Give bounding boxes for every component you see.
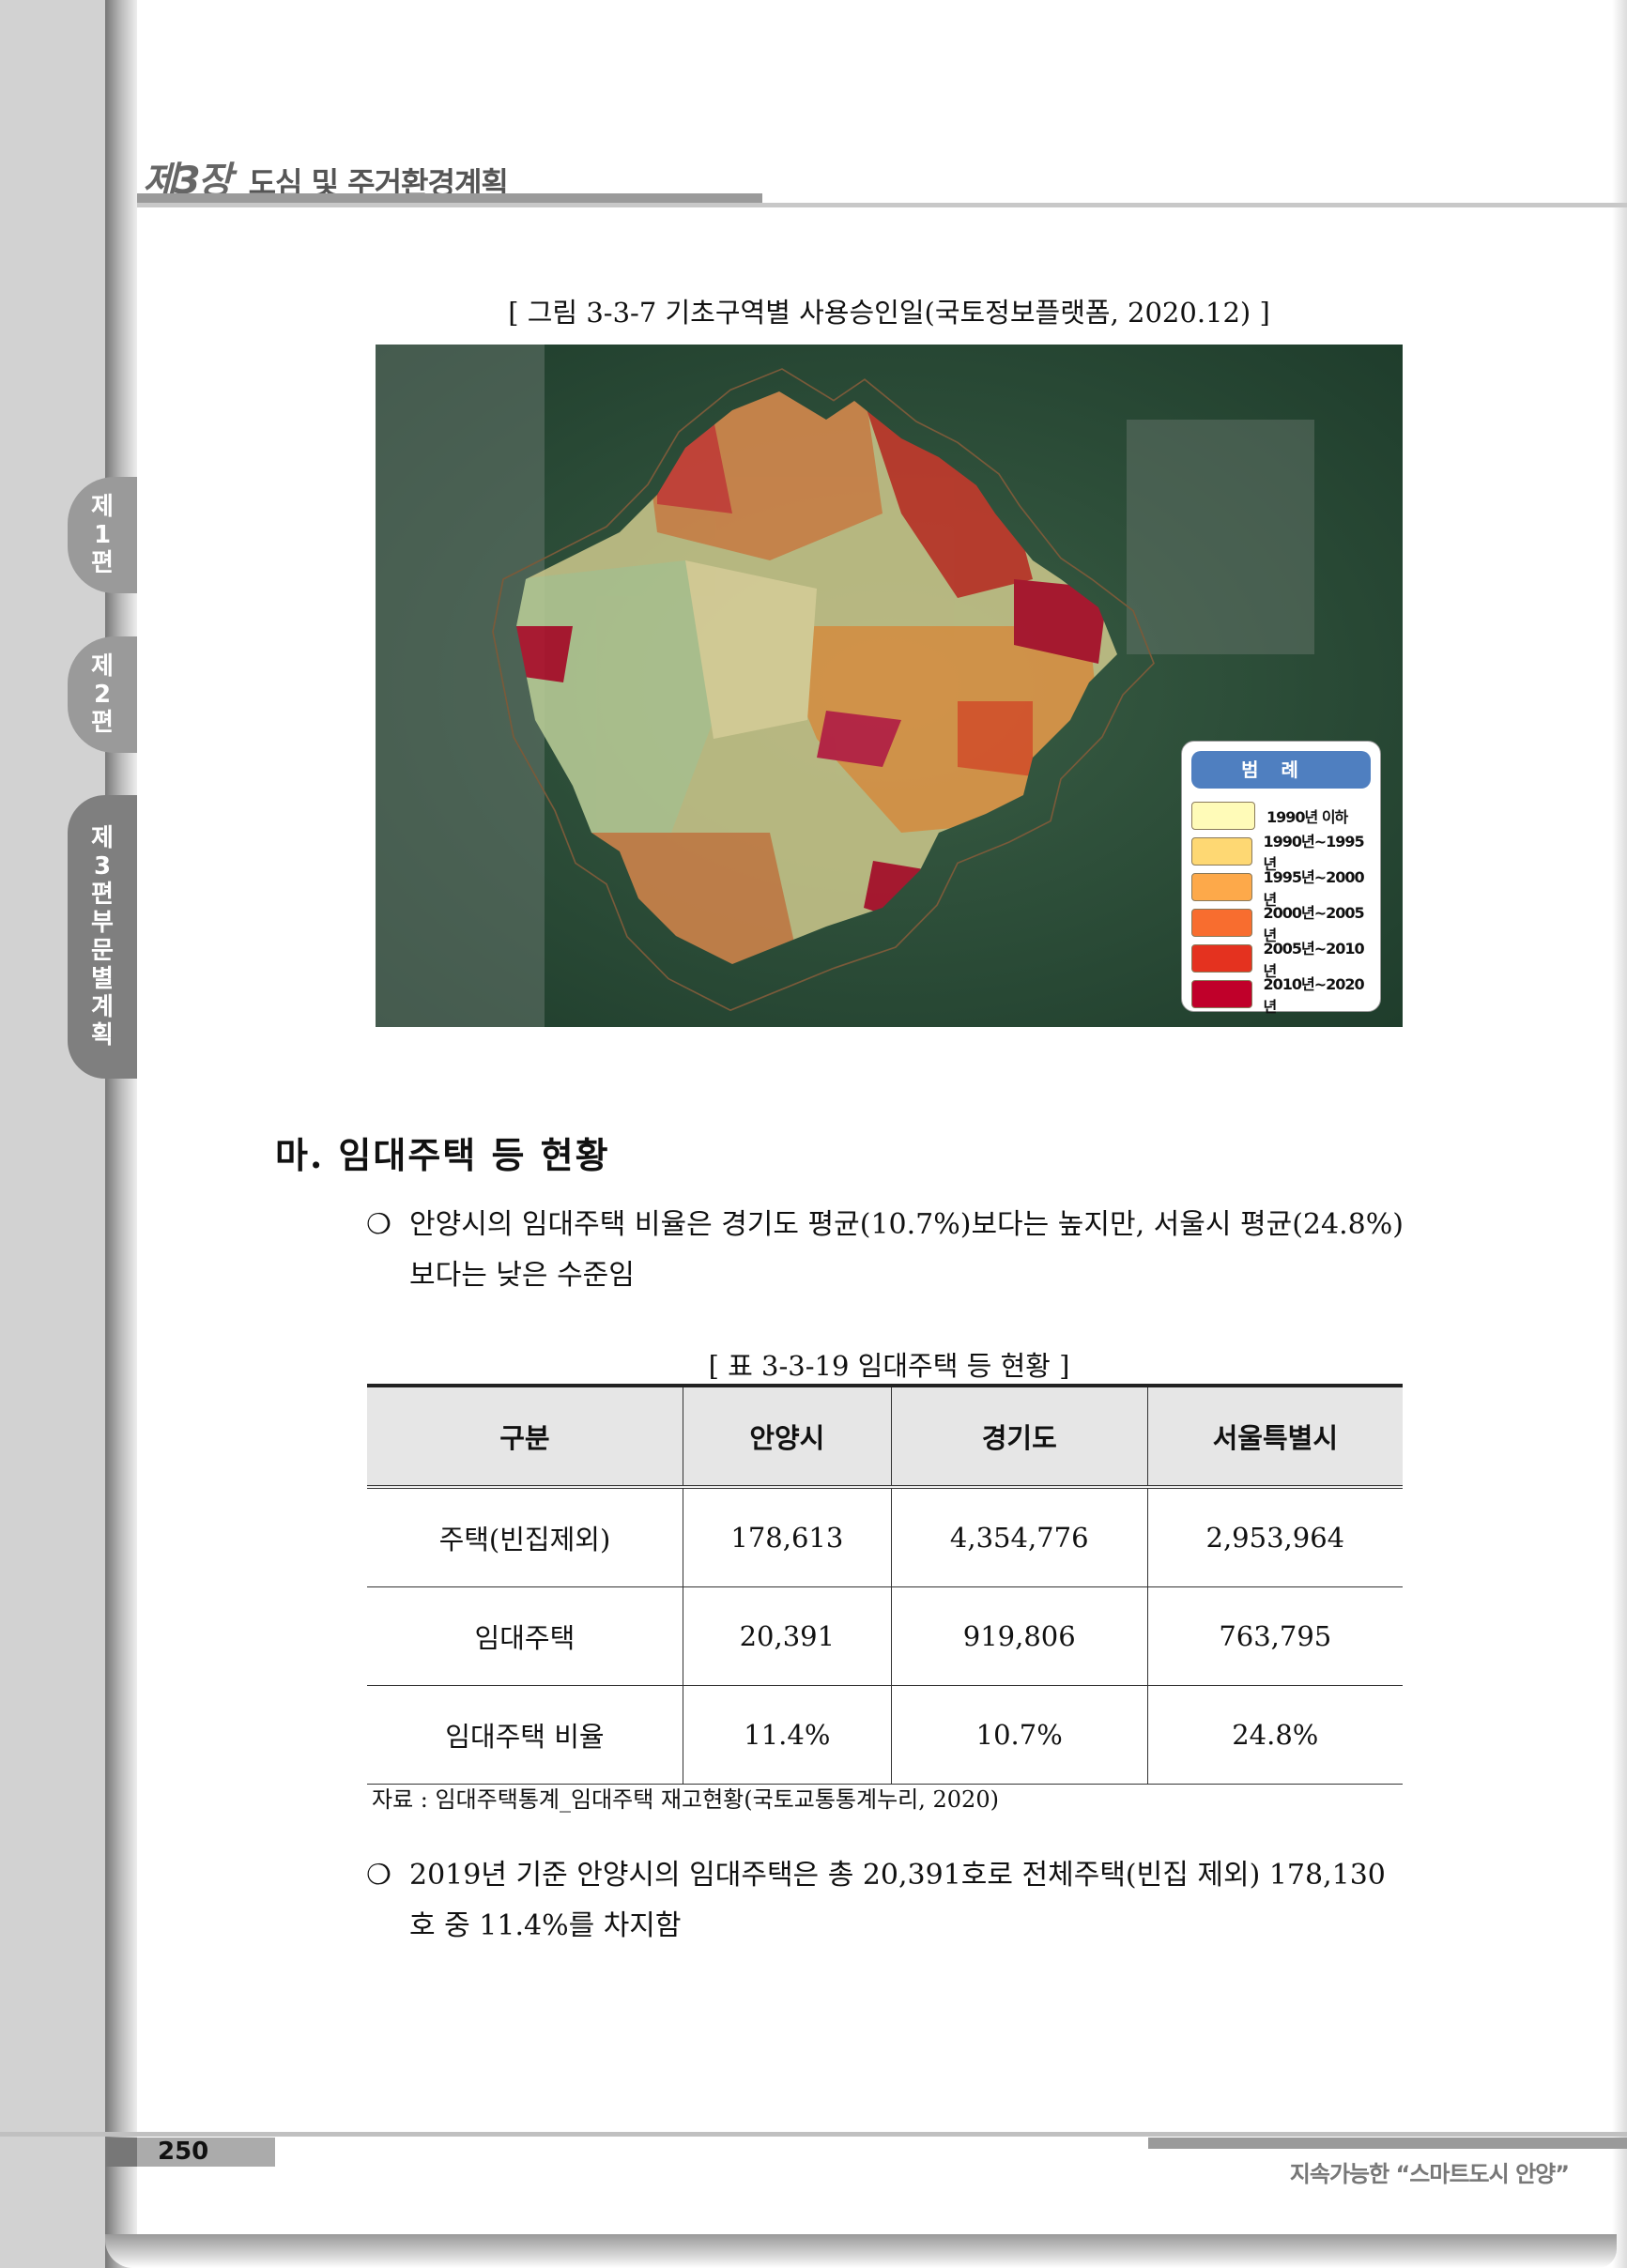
table-row: 임대주택 비율 11.4% 10.7% 24.8% <box>367 1685 1403 1785</box>
column-header: 경기도 <box>890 1386 1148 1487</box>
table-cell: 2,953,964 <box>1146 1487 1403 1587</box>
bullet-paragraph: ❍ 2019년 기준 안양시의 임대주택은 총 20,391호로 전체주택(빈집… <box>366 1850 1404 1952</box>
column-header: 구분 <box>499 1422 550 1454</box>
page-binding-shadow <box>105 0 137 2268</box>
legend-swatch <box>1191 837 1252 866</box>
table-cell: 10.7% <box>890 1685 1148 1785</box>
side-tab-label: 제 1 편 <box>91 493 114 577</box>
column-header: 서울특별시 <box>1146 1386 1403 1487</box>
table-cell: 919,806 <box>890 1586 1148 1686</box>
page-bottom-shadow <box>105 2234 1617 2268</box>
table-cell: 24.8% <box>1146 1685 1403 1785</box>
legend-item: 2010년~2020년 <box>1191 975 1371 1016</box>
legend-swatch <box>1191 980 1252 1008</box>
table-row: 임대주택 20,391 919,806 763,795 <box>367 1586 1403 1686</box>
side-tab-part-3[interactable]: 제 3 편 부 문 별 계 획 <box>68 795 137 1079</box>
bullet-text: 안양시의 임대주택 비율은 경기도 평균(10.7%)보다는 높지만, 서울시 … <box>409 1208 1404 1292</box>
side-tab-label: 제 3 편 부 문 별 계 획 <box>91 824 114 1050</box>
side-tab-label: 제 2 편 <box>91 652 114 737</box>
table-cell: 4,354,776 <box>890 1487 1148 1587</box>
side-tab-part-2[interactable]: 제 2 편 <box>68 636 137 753</box>
bullet-paragraph: ❍ 안양시의 임대주택 비율은 경기도 평균(10.7%)보다는 높지만, 서울… <box>366 1200 1404 1301</box>
row-label: 임대주택 <box>474 1622 576 1654</box>
legend-swatch <box>1191 944 1252 973</box>
legend-swatch <box>1191 873 1252 901</box>
footer-bar <box>1148 2138 1627 2149</box>
legend-swatch <box>1191 802 1255 830</box>
column-header: 안양시 <box>682 1386 892 1487</box>
footer-rule <box>0 2132 1627 2137</box>
row-label: 주택(빈집제외) <box>438 1524 611 1555</box>
header-rule <box>137 203 1627 207</box>
row-label: 임대주택 비율 <box>445 1721 605 1753</box>
legend-label: 2010년~2020년 <box>1263 975 1365 1016</box>
table-cell: 178,613 <box>682 1487 892 1587</box>
section-heading: 마. 임대주택 등 현황 <box>275 1134 610 1176</box>
table-cell: 20,391 <box>682 1586 892 1686</box>
map-zone <box>958 701 1033 776</box>
page-edge <box>1612 0 1627 2268</box>
map-urban-area <box>376 345 545 1027</box>
table-row: 주택(빈집제외) 178,613 4,354,776 2,953,964 <box>367 1487 1403 1587</box>
table-header-row: 구분 안양시 경기도 서울특별시 <box>367 1386 1403 1487</box>
page-number-accent <box>105 2138 137 2167</box>
map-legend: 범례 1990년 이하 1990년~1995년 1995년~2000년 2000… <box>1181 741 1381 1016</box>
table-cell: 11.4% <box>682 1685 892 1785</box>
table-caption: [ 표 3-3-19 임대주택 등 현황 ] <box>708 1350 1070 1382</box>
circle-bullet-icon: ❍ <box>366 1208 391 1241</box>
legend-title: 범례 <box>1191 751 1371 789</box>
figure-caption: [ 그림 3-3-7 기초구역별 사용승인일(국토정보플랫폼, 2020.12)… <box>508 297 1270 329</box>
legend-label: 1990년 이하 <box>1266 808 1348 826</box>
table-source: 자료 : 임대주택통계_임대주택 재고현황(국토교통통계누리, 2020) <box>372 1786 999 1813</box>
map-urban-area <box>1127 420 1314 654</box>
bullet-text: 2019년 기준 안양시의 임대주택은 총 20,391호로 전체주택(빈집 제… <box>409 1859 1386 1942</box>
rental-housing-table: 구분 안양시 경기도 서울특별시 주택(빈집제외) 178,613 4,354,… <box>367 1384 1403 1785</box>
footer-book-title: 지속가능한 “스마트도시 안양” <box>1289 2161 1570 2187</box>
left-margin-strip <box>0 0 105 2268</box>
side-tab-part-1[interactable]: 제 1 편 <box>68 477 137 593</box>
legend-swatch <box>1191 909 1252 937</box>
header-bar <box>137 193 762 203</box>
circle-bullet-icon: ❍ <box>366 1859 391 1892</box>
table-cell: 763,795 <box>1146 1586 1403 1686</box>
